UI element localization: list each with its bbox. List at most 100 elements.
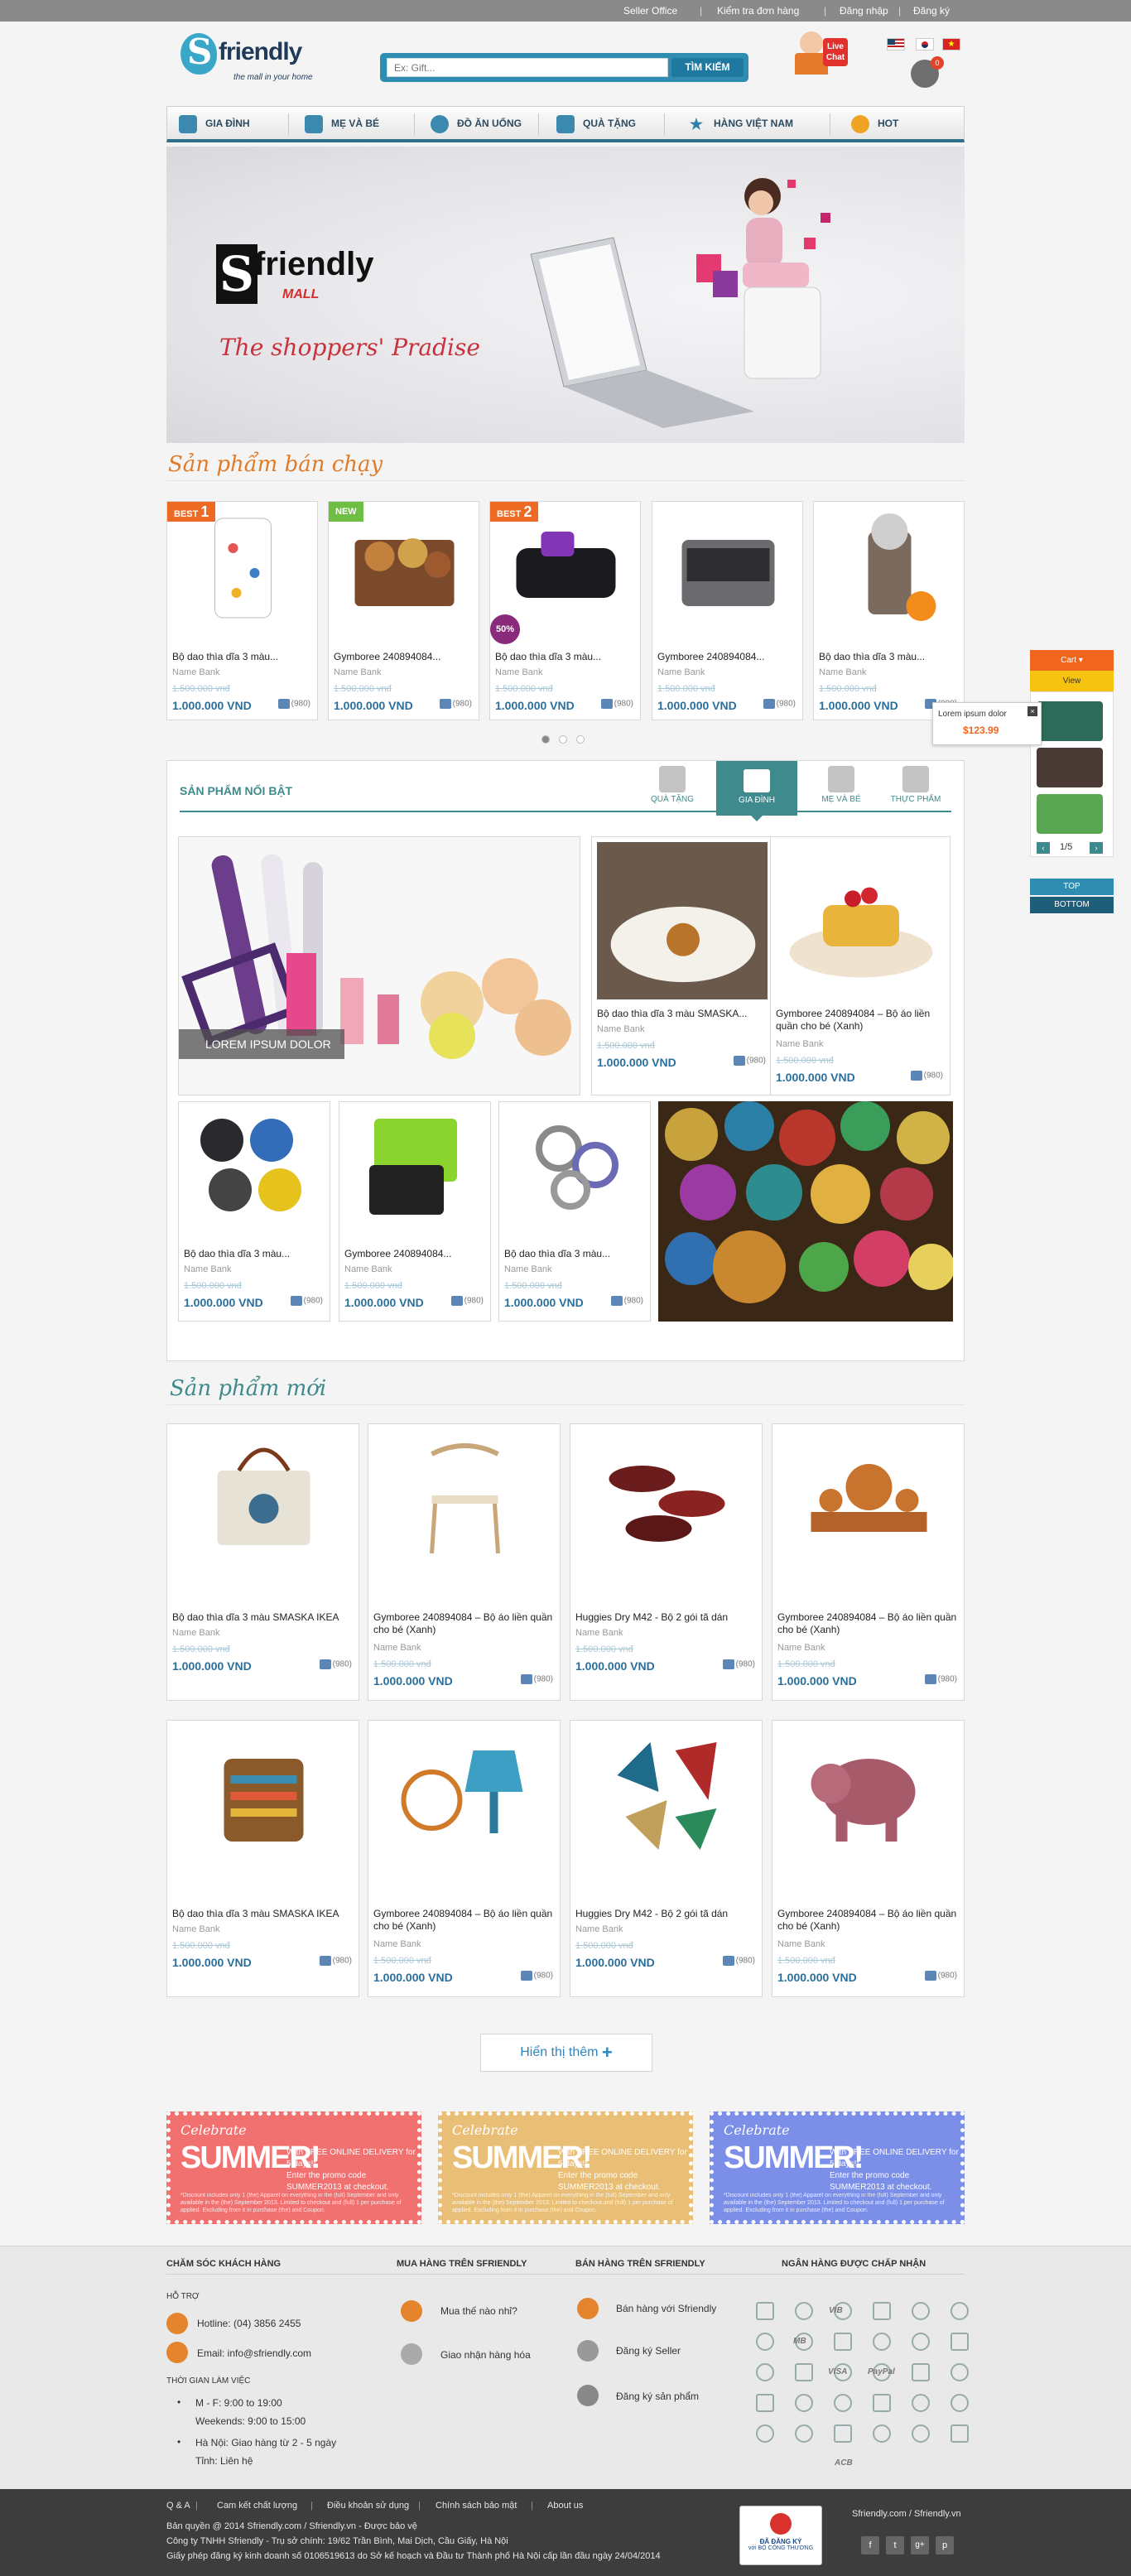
product-name[interactable]: Bộ dao thìa dĩa 3 màu SMASKA IKEA	[172, 1611, 354, 1624]
product-card[interactable]: Huggies Dry M42 - Bộ 2 gói tã dán Name Ba…	[570, 1720, 763, 1997]
footer-link-terms[interactable]: Điều khoản sử dụng	[327, 2501, 409, 2511]
logo-letter[interactable]: S	[187, 31, 212, 72]
like-count[interactable]: (980)	[722, 1956, 755, 1966]
product-name[interactable]: Gymboree 240894084...	[657, 651, 797, 663]
footer-link-qa[interactable]: Q & A	[166, 2501, 190, 2511]
seller-office-link[interactable]: Seller Office	[623, 5, 677, 17]
twitter-icon[interactable]: t	[886, 2536, 904, 2554]
tab-family-active[interactable]: GIA ĐÌNH	[716, 761, 797, 816]
tab-mom-baby[interactable]: MẸ VÀ BÉ	[815, 766, 868, 804]
product-name[interactable]: Gymboree 240894084 – Bộ áo liền quần cho…	[777, 1611, 959, 1636]
product-card[interactable]: Bộ dao thìa dĩa 3 màu... Name Bank 1.500.0…	[178, 1101, 330, 1322]
logo-text[interactable]: friendly	[219, 38, 302, 66]
side-item-image[interactable]	[1037, 794, 1103, 834]
product-name[interactable]: Gymboree 240894084 – Bộ áo liền quần cho…	[373, 1908, 555, 1933]
live-chat-label[interactable]: Live Chat	[823, 38, 848, 66]
scroll-bottom-button[interactable]: BOTTOM	[1030, 897, 1114, 913]
korea-flag-icon[interactable]	[916, 38, 934, 51]
featured-beads-image[interactable]	[658, 1101, 953, 1322]
product-name[interactable]: Bộ dao thìa dĩa 3 màu...	[495, 651, 635, 663]
nav-item-family[interactable]: GIA ĐÌNH	[179, 107, 250, 140]
facebook-icon[interactable]: f	[861, 2536, 879, 2554]
like-count[interactable]: (980)	[924, 1971, 957, 1981]
like-count[interactable]: (980)	[610, 1296, 643, 1306]
like-count[interactable]: (980)	[763, 699, 796, 709]
nav-item-mom-baby[interactable]: MẸ VÀ BÉ	[305, 107, 379, 140]
nav-item-vietnam[interactable]: ★ HÀNG VIỆT NAM	[687, 107, 793, 140]
close-icon[interactable]: ×	[1028, 706, 1037, 716]
product-card[interactable]: Bộ dao thìa dĩa 3 màu SMASKA IKEA Name Ba…	[166, 1423, 359, 1701]
search-button[interactable]: TÌM KIẾM	[671, 58, 744, 77]
like-count[interactable]: (980)	[277, 699, 310, 709]
product-card[interactable]: Huggies Dry M42 - Bộ 2 gói tã dán Name Ba…	[570, 1423, 763, 1701]
like-count[interactable]: (980)	[319, 1956, 352, 1966]
product-name[interactable]: Bộ dao thìa dĩa 3 màu...	[172, 651, 312, 663]
product-name[interactable]: Bộ dao thìa dĩa 3 màu...	[819, 651, 959, 663]
product-card[interactable]: Gymboree 240894084 – Bộ áo liền quần cho…	[368, 1423, 561, 1701]
footer-link-privacy[interactable]: Chính sách bảo mật	[436, 2501, 517, 2511]
like-count[interactable]: (980)	[520, 1674, 553, 1684]
footer-link-quality[interactable]: Cam kết chất lượng	[217, 2501, 297, 2511]
vietnam-flag-icon[interactable]: ★	[942, 38, 960, 51]
carousel-dot[interactable]	[576, 735, 585, 744]
product-card[interactable]: Bộ dao thìa dĩa 3 màu SMASKA IKEA Name Ba…	[166, 1720, 359, 1997]
register-link[interactable]: Đăng ký	[913, 5, 950, 17]
ministry-registration-badge[interactable]: ĐÃ ĐĂNG KÝ với BỘ CÔNG THƯƠNG	[739, 2506, 822, 2565]
product-name[interactable]: Bộ dao thìa dĩa 3 màu SMASKA...	[597, 1008, 768, 1020]
product-card[interactable]: Gymboree 240894084... Name Bank 1.500.000 …	[328, 501, 479, 720]
track-order-link[interactable]: Kiểm tra đơn hàng	[717, 5, 799, 17]
product-name[interactable]: Gymboree 240894084 – Bộ áo liền quần cho…	[776, 1008, 945, 1033]
sell-link-product[interactable]: Đăng ký sản phẩm	[616, 2391, 699, 2402]
hotline-text[interactable]: Hotline: (04) 3856 2455	[197, 2318, 301, 2329]
carousel-dot[interactable]	[541, 735, 550, 744]
side-next-arrow[interactable]: ›	[1090, 842, 1103, 854]
product-card[interactable]: Gymboree 240894084 – Bộ áo liền quần cho…	[770, 836, 951, 1095]
buy-link-delivery[interactable]: Giao nhận hàng hóa	[440, 2349, 531, 2361]
like-count[interactable]: (980)	[910, 1071, 943, 1081]
side-item-image[interactable]	[1037, 701, 1103, 741]
product-card[interactable]: Bộ dao thìa dĩa 3 màu... Name Bank 1.500.0…	[489, 501, 641, 720]
footer-link-about[interactable]: About us	[547, 2501, 583, 2511]
scroll-top-button[interactable]: TOP	[1030, 879, 1114, 895]
product-name[interactable]: Gymboree 240894084...	[344, 1248, 485, 1260]
product-card[interactable]: Bộ dao thìa dĩa 3 màu SMASKA... Name Bank…	[591, 836, 773, 1095]
product-card[interactable]: Bộ dao thìa dĩa 3 màu... Name Bank 1.500.0…	[813, 501, 965, 720]
like-count[interactable]: (980)	[520, 1971, 553, 1981]
us-flag-icon[interactable]	[887, 38, 905, 51]
side-item-popup[interactable]: Lorem ipsum dolor $123.99 ×	[932, 702, 1042, 745]
promo-coupon[interactable]: Celebrate SUMMER! With FREE ONLINE DELIVER…	[166, 2111, 421, 2224]
like-count[interactable]: (980)	[600, 699, 633, 709]
live-chat-widget[interactable]: Live Chat	[795, 31, 848, 77]
hero-banner[interactable]: S friendly MALL The shoppers' Pradise	[166, 147, 965, 443]
side-cart-button[interactable]: Cart ▾	[1030, 650, 1114, 671]
tab-gifts[interactable]: QUÀ TẶNG	[646, 766, 699, 804]
nav-item-gifts[interactable]: QUÀ TẶNG	[556, 107, 636, 140]
nav-item-food[interactable]: ĐỒ ĂN UỐNG	[431, 107, 522, 140]
product-card[interactable]: Gymboree 240894084 – Bộ áo liền quần cho…	[368, 1720, 561, 1997]
product-name[interactable]: Huggies Dry M42 - Bộ 2 gói tã dán	[575, 1611, 757, 1624]
google-plus-icon[interactable]: g+	[911, 2536, 929, 2554]
product-name[interactable]: Gymboree 240894084 – Bộ áo liền quần cho…	[373, 1611, 555, 1636]
like-count[interactable]: (980)	[319, 1659, 352, 1669]
email-text[interactable]: Email: info@sfriendly.com	[197, 2347, 311, 2359]
like-count[interactable]: (980)	[733, 1056, 766, 1066]
nav-item-hot[interactable]: HOT	[851, 107, 898, 140]
login-link[interactable]: Đăng nhập	[840, 5, 888, 17]
product-name[interactable]: Huggies Dry M42 - Bộ 2 gói tã dán	[575, 1908, 757, 1920]
like-count[interactable]: (980)	[439, 699, 472, 709]
product-name[interactable]: Bộ dao thìa dĩa 3 màu SMASKA IKEA	[172, 1908, 354, 1920]
product-card[interactable]: Bộ dao thìa dĩa 3 màu... Name Bank 1.500.0…	[166, 501, 318, 720]
side-item-image[interactable]	[1037, 748, 1103, 787]
product-card[interactable]: Gymboree 240894084... Name Bank 1.500.000 …	[339, 1101, 491, 1322]
product-card[interactable]: Gymboree 240894084 – Bộ áo liền quần cho…	[772, 1720, 965, 1997]
product-card[interactable]: Gymboree 240894084 – Bộ áo liền quần cho…	[772, 1423, 965, 1701]
side-prev-arrow[interactable]: ‹	[1037, 842, 1050, 854]
like-count[interactable]: (980)	[924, 1674, 957, 1684]
like-count[interactable]: (980)	[722, 1659, 755, 1669]
sell-link-register[interactable]: Đăng ký Seller	[616, 2345, 681, 2357]
product-name[interactable]: Gymboree 240894084 – Bộ áo liền quần cho…	[777, 1908, 959, 1933]
side-view-button[interactable]: View	[1030, 671, 1114, 691]
product-name[interactable]: Bộ dao thìa dĩa 3 màu...	[504, 1248, 645, 1260]
product-name[interactable]: Gymboree 240894084...	[334, 651, 474, 663]
search-input[interactable]	[387, 58, 668, 77]
